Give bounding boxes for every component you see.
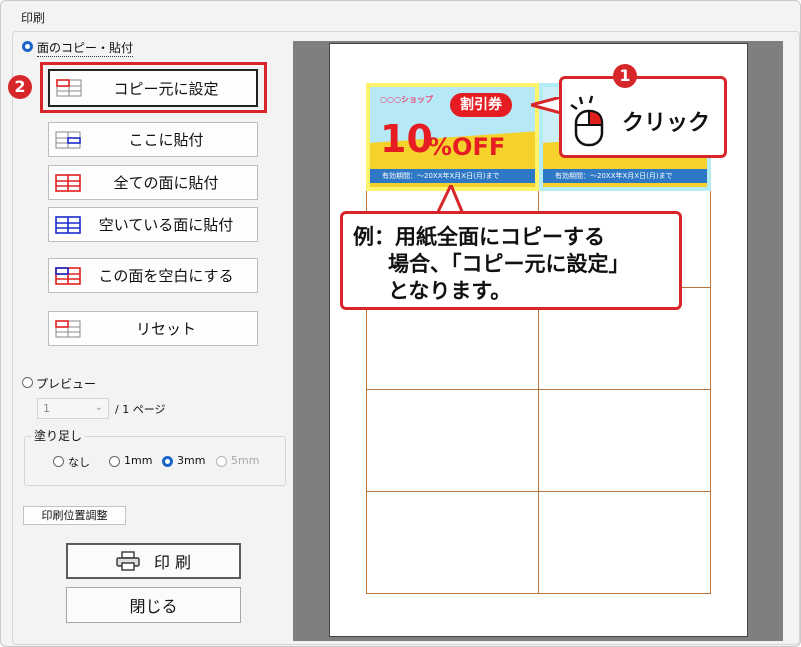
reset-label: リセット [135,320,196,338]
set-source-button[interactable]: コピー元に設定 [48,69,258,107]
printer-icon [116,551,140,571]
paste-here-button[interactable]: ここに貼付 [48,122,258,157]
close-button[interactable]: 閉じる [66,587,241,623]
page-select[interactable]: 1 ⌄ [37,398,109,419]
bleed-none-label[interactable]: なし [68,454,90,470]
paste-all-button[interactable]: 全ての面に貼付 [48,165,258,200]
mouse-click-icon [570,95,604,147]
coupon-badge: 割引券 [450,93,512,117]
coupon-shop: ○○○ショップ [380,95,433,104]
coupon-discount-number: 10 [380,117,433,161]
bleed-none-radio[interactable] [53,456,64,467]
preview-radio[interactable] [22,377,33,388]
step2-badge: 2 [8,75,32,99]
paste-empty-button[interactable]: 空いている面に貼付 [48,207,258,242]
print-button[interactable]: 印 刷 [66,543,241,579]
set-source-label: コピー元に設定 [113,79,219,98]
bleed-3mm-radio[interactable] [162,456,173,467]
bleed-title: 塗り足し [31,427,86,444]
window-title: 印刷 [21,11,46,25]
coupon-discount-unit: %OFF [428,133,506,161]
grid-all-blue-icon [55,215,81,234]
coupon-card: ○○○ショップ 割引券 10 %OFF 有効期間：～20XX年X月X日(月)まで [370,87,535,187]
step1-callout: クリック [559,76,727,158]
chevron-down-icon: ⌄ [94,402,103,413]
paste-empty-label: 空いている面に貼付 [98,216,234,234]
coupon-validity-copy: 有効期間：～20XX年X月X日(月)まで [555,172,673,180]
paste-here-label: ここに貼付 [128,131,204,149]
make-blank-label: この面を空白にする [98,267,234,285]
face-copy-radio[interactable] [22,41,33,52]
grid-paste-here-icon [55,131,81,148]
print-dialog: 印刷 面のコピー・貼付 2 コピー元に設定 ここに貼付 全ての面に貼付 空いてい… [0,0,801,647]
grid-source-icon [56,79,82,97]
reset-button[interactable]: リセット [48,311,258,346]
grid-reset-icon [55,319,81,337]
make-blank-button[interactable]: この面を空白にする [48,258,258,293]
page-select-value: 1 [43,402,50,415]
step1-badge: 1 [613,64,637,88]
bleed-1mm-label[interactable]: 1mm [124,454,152,467]
grid-blank-icon [55,266,81,285]
bleed-1mm-radio[interactable] [109,456,120,467]
coupon-source-cell[interactable]: ○○○ショップ 割引券 10 %OFF 有効期間：～20XX年X月X日(月)まで [366,83,539,191]
face-copy-label[interactable]: 面のコピー・貼付 [37,39,134,57]
paste-all-label: 全ての面に貼付 [113,174,219,192]
coupon-validity: 有効期間：～20XX年X月X日(月)まで [382,172,500,180]
print-position-button[interactable]: 印刷位置調整 [23,506,126,525]
bleed-3mm-label[interactable]: 3mm [177,454,205,467]
print-button-label: 印 刷 [153,553,192,572]
bleed-5mm-label[interactable]: 5mm [231,454,259,467]
page-total: / 1 ページ [115,403,166,416]
grid-all-red-icon [55,173,81,192]
step1-text: クリック [622,111,711,136]
note-line-2: 場合、「コピー元に設定」 [388,252,630,276]
preview-label[interactable]: プレビュー [36,375,96,392]
bleed-5mm-radio[interactable] [216,456,227,467]
note-line-3: となります。 [388,279,512,303]
note-line-1: 例：用紙全面にコピーする [353,225,605,249]
